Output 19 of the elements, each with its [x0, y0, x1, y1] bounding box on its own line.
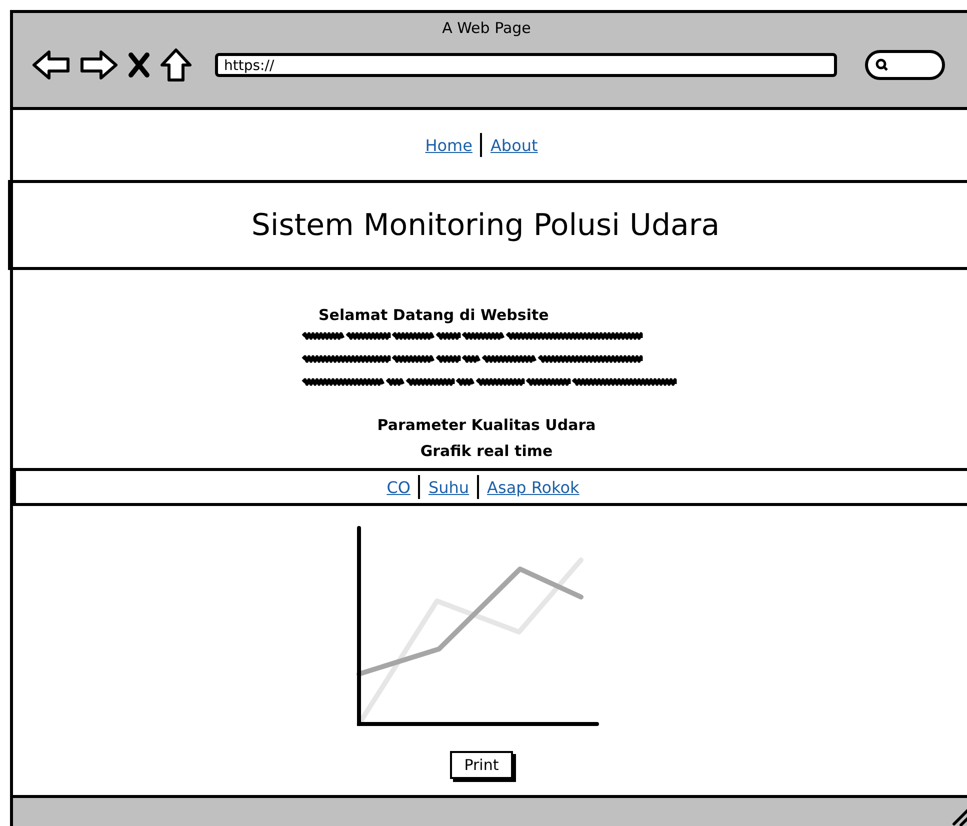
tab-link[interactable]: Asap Rokok — [487, 478, 580, 496]
nav-link[interactable]: About — [490, 136, 538, 154]
tab-link[interactable]: Suhu — [428, 478, 470, 496]
address-field[interactable]: https:// — [215, 53, 837, 77]
search-field[interactable] — [865, 50, 945, 80]
window-title: A Web Page — [441, 18, 532, 39]
forward-icon[interactable] — [79, 48, 119, 82]
tab-link[interactable]: CO — [386, 478, 410, 496]
section-subtitle: Grafik real time — [420, 442, 553, 460]
home-icon[interactable] — [159, 47, 193, 83]
welcome-heading: Selamat Datang di Website — [318, 306, 550, 324]
page-title: Sistem Monitoring Polusi Udara — [251, 208, 721, 242]
search-icon — [874, 57, 890, 73]
back-icon[interactable] — [31, 48, 71, 82]
print-button[interactable]: Print — [450, 751, 513, 779]
nav-link[interactable]: Home — [425, 136, 472, 154]
resize-grip-icon[interactable] — [950, 806, 967, 826]
close-icon[interactable] — [127, 51, 151, 79]
section-title: Parameter Kualitas Udara — [377, 416, 596, 434]
